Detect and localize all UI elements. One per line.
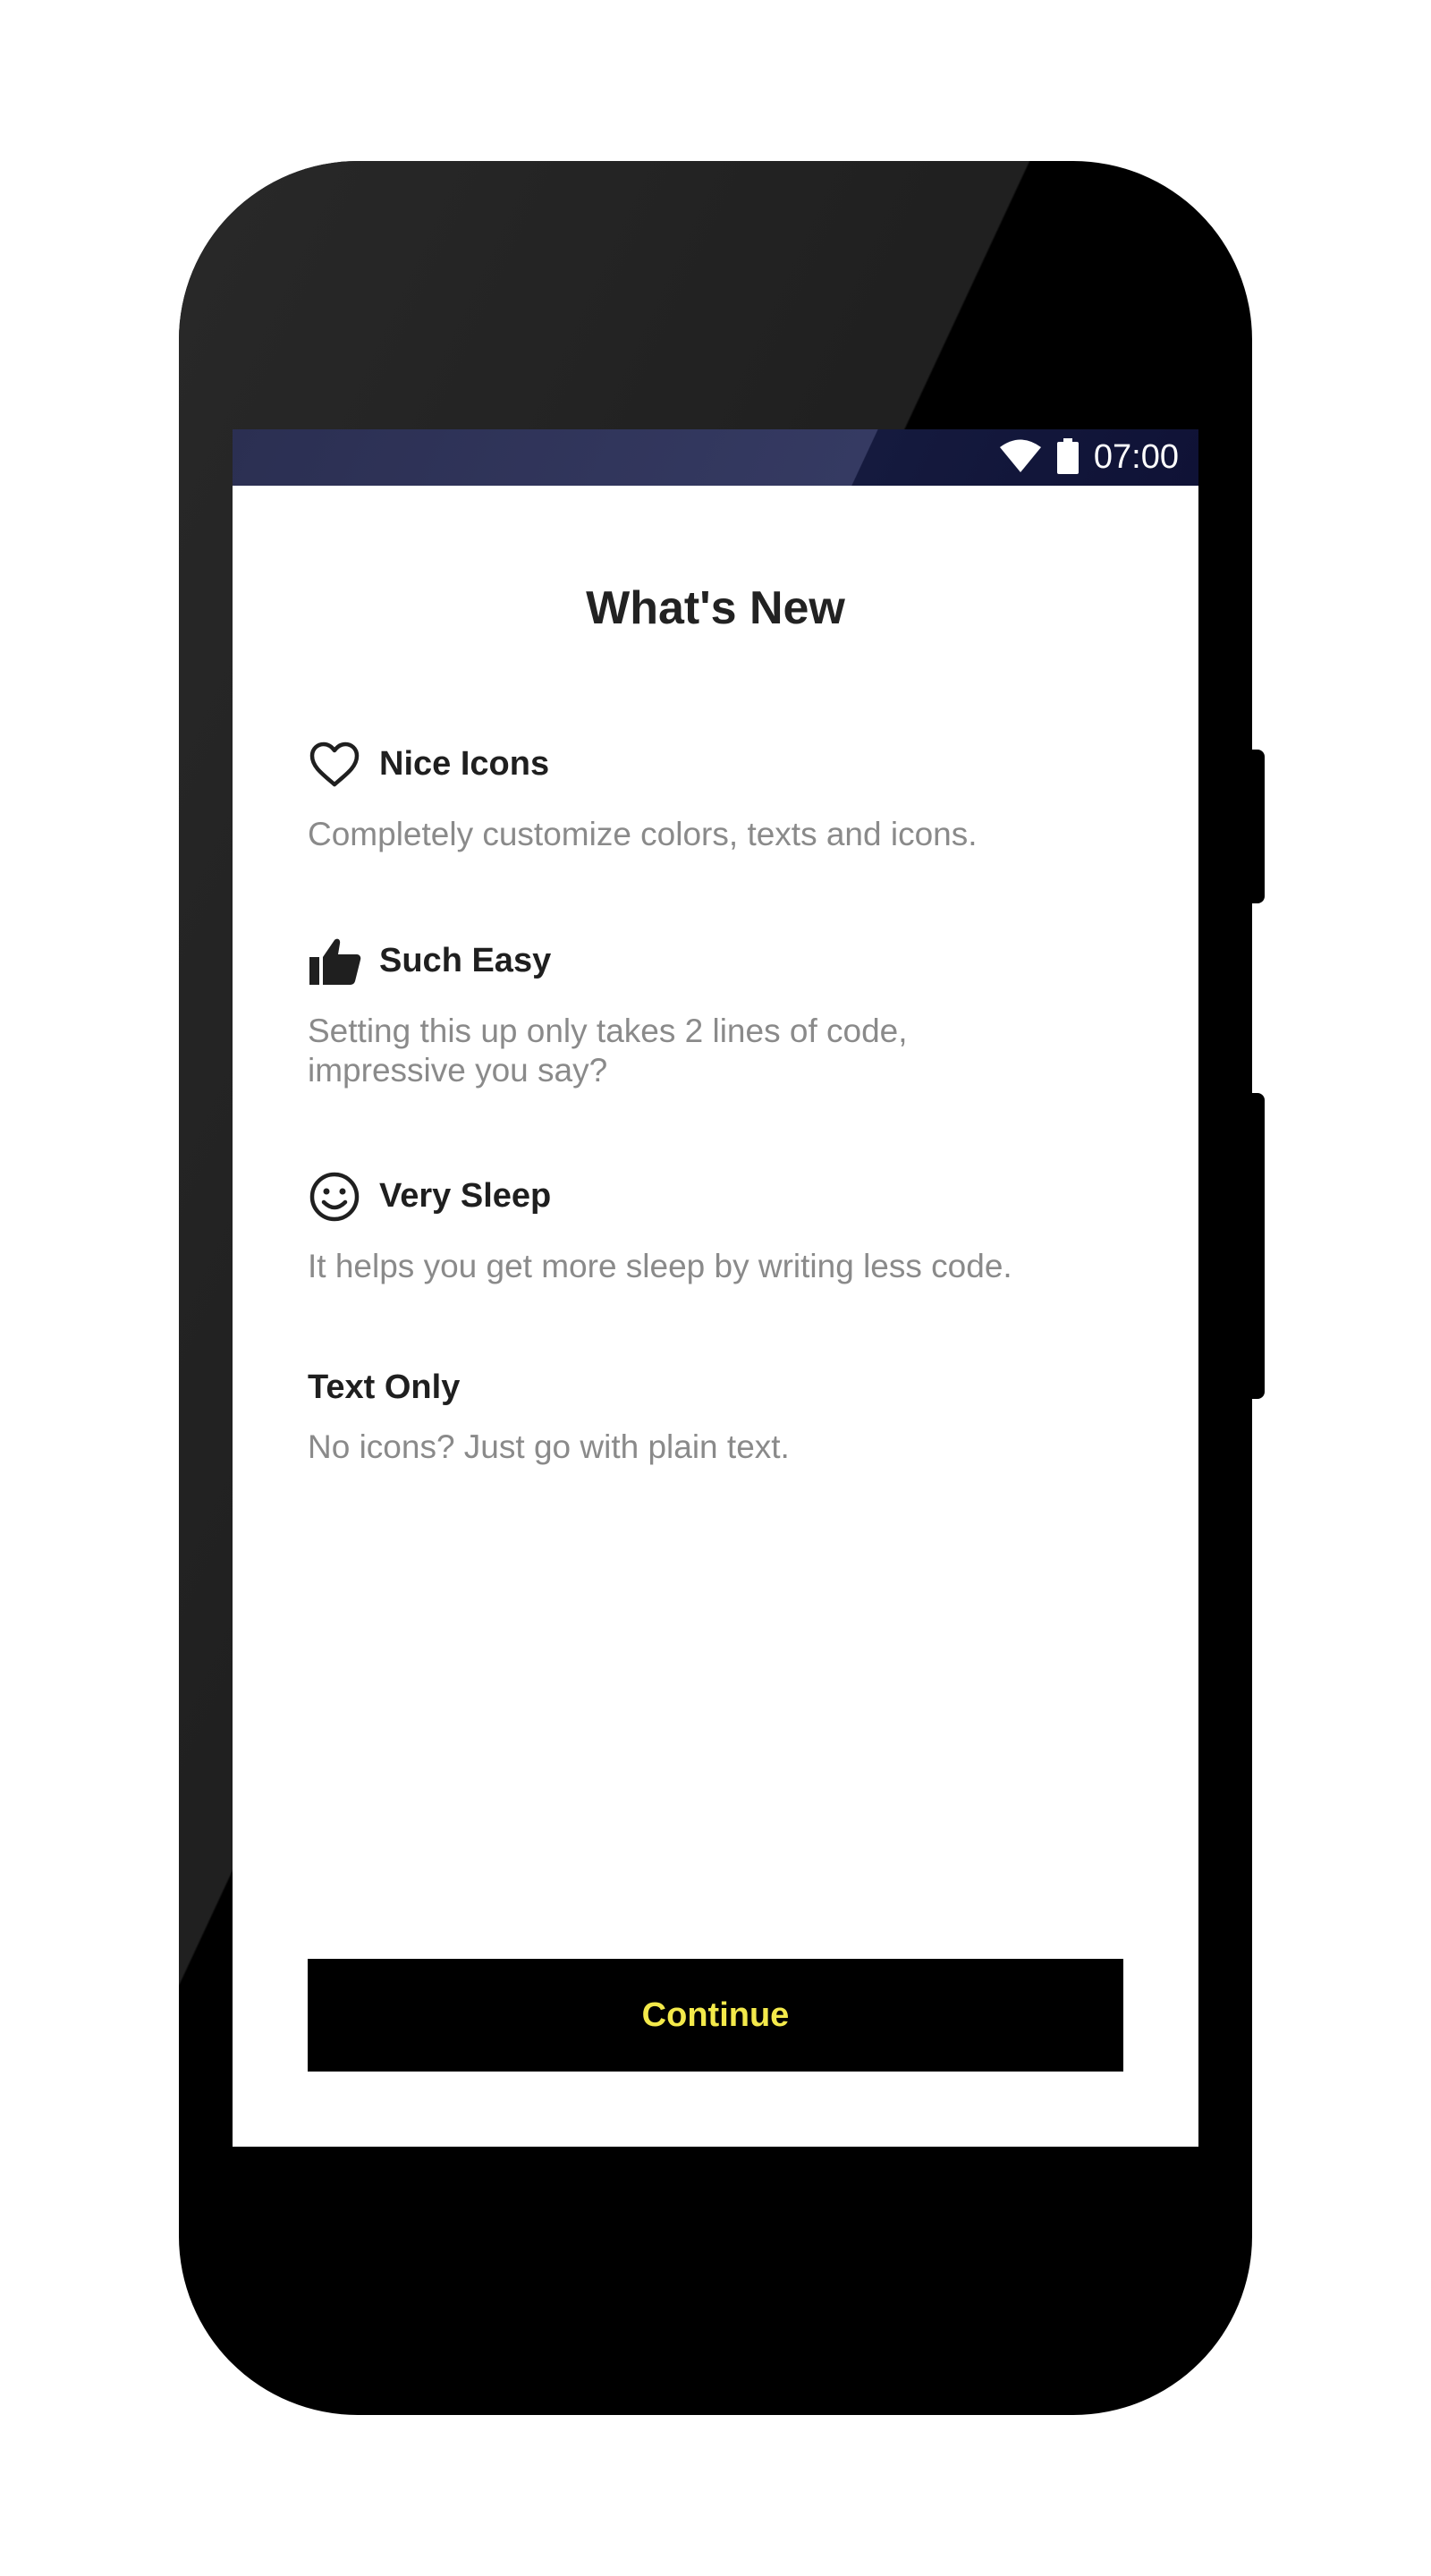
feature-description: It helps you get more sleep by writing l… <box>308 1248 1012 1284</box>
power-button <box>1250 1093 1265 1399</box>
feature-item-text-only: Text Only No icons? Just go with plain t… <box>308 1368 1113 1467</box>
feature-title: Very Sleep <box>379 1177 552 1215</box>
feature-item-very-sleep: Very Sleep It helps you get more sleep b… <box>308 1170 1113 1286</box>
status-time: 07:00 <box>1093 438 1179 476</box>
feature-item-nice-icons: Nice Icons Completely customize colors, … <box>308 738 1113 854</box>
feature-title: Text Only <box>308 1368 461 1406</box>
feature-title: Such Easy <box>379 942 552 979</box>
continue-button[interactable]: Continue <box>308 1959 1123 2072</box>
feature-description: No icons? Just go with plain text. <box>308 1428 790 1465</box>
wifi-icon <box>1000 439 1041 472</box>
battery-icon <box>1057 438 1079 474</box>
heart-outline-icon <box>309 741 360 787</box>
app-screen: 07:00 What's New Nice Icons Completely c… <box>233 429 1198 2147</box>
status-bar: 07:00 <box>233 429 1198 486</box>
volume-button <box>1250 750 1265 903</box>
thumbs-up-icon <box>309 938 361 985</box>
feature-description: Setting this up only takes 2 lines of co… <box>308 1013 908 1089</box>
feature-description: Completely customize colors, texts and i… <box>308 816 978 852</box>
page-title: What's New <box>586 582 845 634</box>
smiley-face-icon <box>309 1172 360 1222</box>
feature-item-such-easy: Such Easy Setting this up only takes 2 l… <box>308 935 1113 1090</box>
feature-title: Nice Icons <box>379 745 550 783</box>
